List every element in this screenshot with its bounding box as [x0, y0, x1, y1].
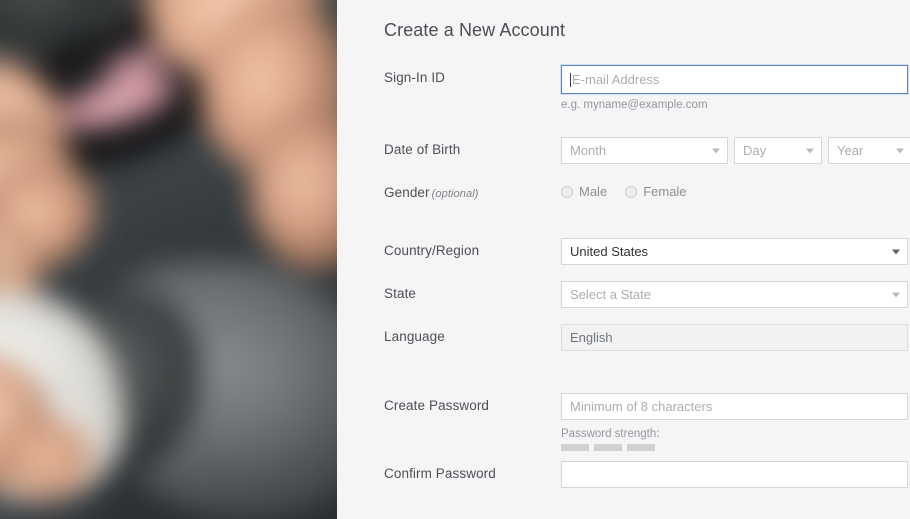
- password-strength-meter: [561, 444, 910, 451]
- state-placeholder: Select a State: [570, 287, 651, 302]
- page-title: Create a New Account: [384, 20, 566, 40]
- field-row-state: State Select a State: [384, 281, 910, 308]
- password-strength-segment: [594, 444, 622, 451]
- date-of-birth-label: Date of Birth: [384, 142, 461, 157]
- gender-radio-female[interactable]: Female: [625, 184, 687, 199]
- field-row-signin-id: Sign-In ID E-mail Address e.g. myname@ex…: [384, 65, 910, 111]
- create-password-label: Create Password: [384, 398, 490, 413]
- state-select[interactable]: Select a State: [561, 281, 908, 308]
- signup-form: Create a New Account Sign-In ID E-mail A…: [337, 0, 910, 519]
- field-row-create-password: Create Password Minimum of 8 characters …: [384, 393, 910, 451]
- signin-id-label: Sign-In ID: [384, 70, 446, 85]
- radio-icon: [625, 185, 638, 198]
- dob-year-value: Year: [837, 143, 864, 158]
- field-row-country: Country/Region United States: [384, 238, 910, 265]
- signin-id-input[interactable]: E-mail Address: [561, 65, 908, 94]
- chevron-down-icon: [892, 292, 900, 297]
- chevron-down-icon: [896, 148, 904, 153]
- signin-id-placeholder: E-mail Address: [572, 72, 660, 87]
- create-password-input[interactable]: Minimum of 8 characters: [561, 393, 908, 420]
- field-row-language: Language English: [384, 324, 910, 351]
- radio-icon: [561, 185, 573, 198]
- dob-year-select[interactable]: Year: [828, 137, 910, 164]
- gender-radio-male[interactable]: Male: [561, 184, 607, 199]
- chevron-down-icon: [806, 148, 814, 153]
- hero-photo-panel: [0, 0, 337, 519]
- dob-month-select[interactable]: Month: [561, 137, 728, 164]
- password-strength-segment: [561, 444, 589, 451]
- country-select[interactable]: United States: [561, 238, 908, 265]
- create-password-placeholder: Minimum of 8 characters: [570, 399, 713, 414]
- dob-day-value: Day: [743, 143, 767, 158]
- confirm-password-label: Confirm Password: [384, 466, 496, 481]
- language-value: English: [570, 330, 613, 345]
- photo-blur-layer: [0, 0, 337, 519]
- field-row-gender: Gender (optional) Male Female: [384, 180, 910, 200]
- language-input: English: [561, 324, 908, 351]
- state-label: State: [384, 286, 417, 301]
- gender-label: Gender (optional): [384, 180, 561, 200]
- gender-radio-group: Male Female: [561, 180, 910, 199]
- gender-radio-male-label: Male: [579, 184, 608, 199]
- gender-radio-female-label: Female: [643, 184, 687, 199]
- gender-optional-note: (optional): [431, 188, 479, 200]
- password-strength-label: Password strength:: [561, 428, 660, 440]
- language-label: Language: [384, 329, 445, 344]
- chevron-down-icon: [892, 249, 900, 254]
- chevron-down-icon: [712, 148, 720, 153]
- signin-id-hint: e.g. myname@example.com: [561, 99, 708, 111]
- password-strength-segment: [627, 444, 655, 451]
- gender-label-text: Gender: [384, 185, 430, 200]
- country-value: United States: [570, 244, 649, 259]
- text-caret: [570, 72, 571, 87]
- dob-month-value: Month: [570, 143, 607, 158]
- dob-day-select[interactable]: Day: [734, 137, 822, 164]
- field-row-date-of-birth: Date of Birth Month Day Year: [384, 137, 910, 164]
- signup-page: Create a New Account Sign-In ID E-mail A…: [0, 0, 910, 519]
- date-of-birth-group: Month Day Year: [561, 137, 910, 164]
- country-label: Country/Region: [384, 243, 480, 258]
- confirm-password-input[interactable]: [561, 461, 908, 488]
- field-row-confirm-password: Confirm Password: [384, 461, 910, 488]
